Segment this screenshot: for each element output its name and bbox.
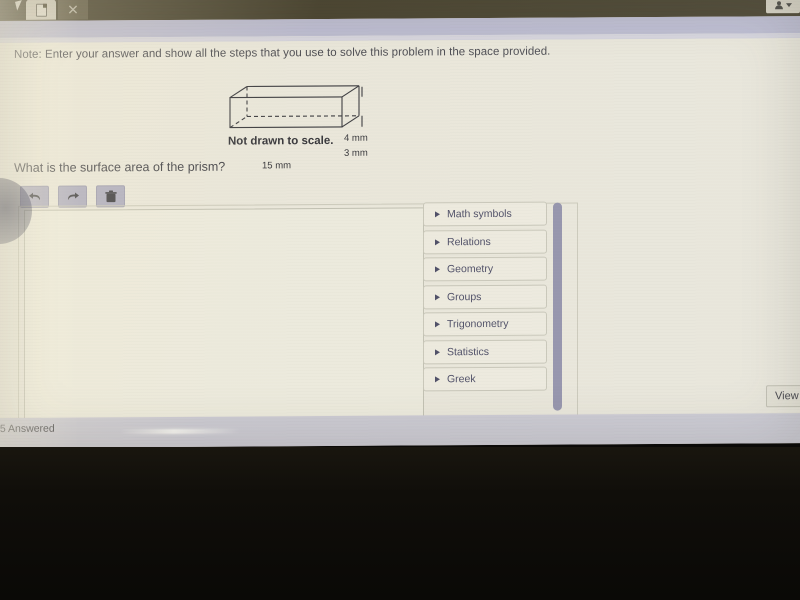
palette-item-geometry[interactable]: Geometry [423,256,547,282]
undo-button[interactable] [20,185,49,208]
palette-item-label: Groups [447,290,482,303]
figure-caption: Not drawn to scale. [228,134,334,148]
view-summary-button[interactable]: View S [766,385,800,408]
palette-scrollbar[interactable] [553,202,562,411]
palette-item-label: Geometry [447,262,494,276]
palette-item-groups[interactable]: Groups [423,284,547,309]
note-text: Note: Enter your answer and show all the… [14,45,551,61]
person-icon [775,1,783,9]
palette-item-label: Math symbols [447,207,512,221]
caret-right-icon [435,321,440,328]
monitor-screen: ✕ Note: Enter your answer and show all t… [0,0,800,449]
monitor-bezel-bottom: acer [0,447,800,600]
palette-item-relations[interactable]: Relations [423,229,547,254]
caret-right-icon [435,348,440,355]
chevron-down-icon [785,2,792,7]
close-icon[interactable]: ✕ [58,0,88,20]
symbol-palette: Math symbols Relations Geometry Groups T… [423,201,547,395]
palette-item-greek[interactable]: Greek [423,366,547,392]
undo-arrow-icon [28,192,40,201]
caret-right-icon [435,238,440,245]
palette-item-label: Relations [447,235,491,248]
delete-button[interactable] [96,185,125,208]
redo-arrow-icon [67,192,79,201]
assignment-page: Note: Enter your answer and show all the… [0,38,800,446]
document-icon [35,3,47,17]
answer-input[interactable] [24,207,424,423]
palette-item-label: Statistics [447,345,490,358]
cursor-arrow-icon [15,0,24,11]
palette-item-statistics[interactable]: Statistics [423,339,547,364]
prism-length-label: 15 mm [262,160,292,172]
status-bar: f 5 Answered [0,413,800,448]
prism-depth-label: 3 mm [344,147,368,159]
screen-glare-streak [120,428,240,435]
monitor-photo: ✕ Note: Enter your answer and show all t… [0,0,800,600]
caret-right-icon [435,266,440,273]
palette-item-trigonometry[interactable]: Trigonometry [423,311,547,337]
browser-tab[interactable] [26,0,56,20]
palette-item-label: Trigonometry [447,317,509,331]
redo-button[interactable] [58,185,87,208]
palette-item-math-symbols[interactable]: Math symbols [423,201,547,227]
trash-icon [104,190,117,202]
answered-count: f 5 Answered [0,422,55,436]
caret-right-icon [435,293,440,300]
account-menu[interactable] [766,0,800,14]
caret-right-icon [435,211,440,218]
caret-right-icon [435,376,440,383]
question-text: What is the surface area of the prism? [14,159,226,175]
palette-item-label: Greek [447,373,476,386]
prism-height-label: 4 mm [344,132,368,144]
